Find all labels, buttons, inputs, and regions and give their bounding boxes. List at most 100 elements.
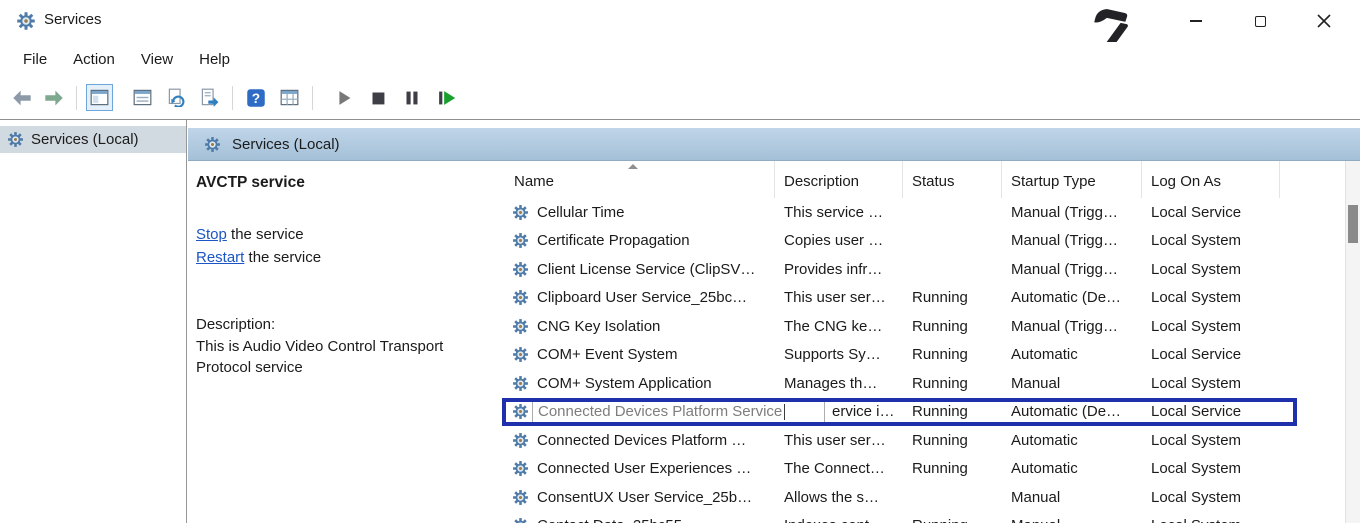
description-label: Description: [196,314,497,336]
export-list-button[interactable] [196,84,223,111]
services-window: Services File Action View Help [0,0,1360,523]
service-startup-type: Manual [1002,483,1142,512]
column-header-label: Startup Type [1011,173,1096,190]
restart-icon [435,87,457,109]
column-header-label: Log On As [1151,173,1221,190]
minimize-button[interactable] [1164,0,1228,42]
description-text: This is Audio Video Control Transport Pr… [196,336,496,379]
service-name-cell: Certificate Propagation [505,227,775,256]
column-header-description[interactable]: Description [775,161,903,198]
service-description-block: Description: This is Audio Video Control… [196,314,497,379]
vertical-scrollbar[interactable] [1345,161,1360,523]
start-service-button[interactable] [330,84,357,111]
main-header-title: Services (Local) [232,136,340,153]
service-name-box: Connected Devices Platform … [537,432,746,449]
extended-view-button[interactable] [276,84,303,111]
service-status: Running [903,512,1002,523]
help-button[interactable]: ? [242,84,269,111]
service-gear-icon [512,204,529,221]
column-header-label: Status [912,173,955,190]
show-console-tree-button[interactable] [86,84,113,111]
tree-item-label: Services (Local) [31,131,139,148]
stop-service-button[interactable] [364,84,391,111]
maximize-button[interactable] [1228,0,1292,42]
service-status: Running [903,284,1002,313]
service-status: Running [903,426,1002,455]
service-name-box: ConsentUX User Service_25b… [537,489,752,506]
forward-arrow-icon [43,87,65,109]
table-row[interactable]: CNG Key Isolation The CNG ke… Running Ma… [505,312,1345,341]
scrollbar-thumb[interactable] [1348,205,1358,243]
service-log-on-as: Local System [1142,284,1280,313]
service-gear-icon [512,346,529,363]
service-name-cell: Contact Data_25bc55 [505,512,775,523]
toolbar-separator [232,86,233,110]
service-gear-icon [512,489,529,506]
table-row[interactable]: COM+ Event System Supports Sy… Running A… [505,341,1345,370]
stop-service-line: Stop the service [196,223,497,246]
menu-view[interactable]: View [128,47,186,72]
service-gear-icon [512,517,529,523]
column-header-log-on-as[interactable]: Log On As [1142,161,1280,198]
service-name-box: Connected Devices Platform Service [532,400,825,424]
service-startup-type: Manual (Trigg… [1002,198,1142,227]
column-header-status[interactable]: Status [903,161,1002,198]
restart-service-button[interactable] [432,84,459,111]
service-detail-pane: AVCTP service Stop the service Restart t… [188,161,505,523]
table-row[interactable]: Contact Data_25bc55 Indexes cont… Runnin… [505,512,1345,523]
services-node-icon [7,131,24,148]
table-row[interactable]: Connected User Experiences … The Connect… [505,455,1345,484]
service-log-on-as: Local System [1142,255,1280,284]
tree-item-services-local[interactable]: Services (Local) [0,126,186,153]
service-log-on-as: Local System [1142,227,1280,256]
column-header-label: Description [784,173,859,190]
console-tree-pane: Services (Local) [0,120,187,523]
refresh-button[interactable] [163,84,190,111]
forward-button[interactable] [40,84,67,111]
title-bar: Services [0,0,1360,42]
sort-ascending-icon [628,164,638,169]
service-action-links: Stop the service Restart the service [196,223,497,269]
menu-file[interactable]: File [10,47,60,72]
service-gear-icon [512,460,529,477]
close-button[interactable] [1292,0,1356,42]
table-row[interactable]: Connected Devices Platform Service ervic… [505,398,1345,427]
back-button[interactable] [8,84,35,111]
table-row[interactable]: Certificate Propagation Copies user … Ma… [505,227,1345,256]
service-name-box: CNG Key Isolation [537,318,660,335]
service-name: CNG Key Isolation [537,318,660,335]
table-row[interactable]: Client License Service (ClipSV… Provides… [505,255,1345,284]
service-name: Client License Service (ClipSV… [537,261,755,278]
column-header-label: Name [514,173,554,190]
service-status: Running [903,341,1002,370]
window-controls [1164,0,1356,42]
window-title: Services [44,11,102,28]
service-description: Indexes cont… [775,512,903,523]
table-row[interactable]: Connected Devices Platform … This user s… [505,426,1345,455]
table-row[interactable]: Cellular Time This service … Manual (Tri… [505,198,1345,227]
play-icon [333,87,355,109]
column-header-startup-type[interactable]: Startup Type [1002,161,1142,198]
menu-help[interactable]: Help [186,47,243,72]
back-arrow-icon [11,87,33,109]
table-row[interactable]: ConsentUX User Service_25b… Allows the s… [505,483,1345,512]
pause-service-button[interactable] [398,84,425,111]
table-row[interactable]: COM+ System Application Manages th… Runn… [505,369,1345,398]
stop-service-link[interactable]: Stop [196,226,227,243]
service-description: This user ser… [775,426,903,455]
services-list: Name Description Status Startup Type Log… [505,161,1345,523]
service-gear-icon [512,261,529,278]
table-header-row: Name Description Status Startup Type Log… [505,161,1345,198]
minimize-icon [1190,20,1202,22]
restart-service-link[interactable]: Restart [196,249,244,266]
toolbar-separator [312,86,313,110]
service-startup-type: Manual [1002,512,1142,523]
service-gear-icon [512,375,529,392]
menu-action[interactable]: Action [60,47,128,72]
column-header-name[interactable]: Name [505,161,775,198]
service-name: Certificate Propagation [537,232,690,249]
service-log-on-as: Local System [1142,312,1280,341]
properties-button[interactable] [129,84,156,111]
table-row[interactable]: Clipboard User Service_25bc… This user s… [505,284,1345,313]
service-name-cell: COM+ System Application [505,369,775,398]
